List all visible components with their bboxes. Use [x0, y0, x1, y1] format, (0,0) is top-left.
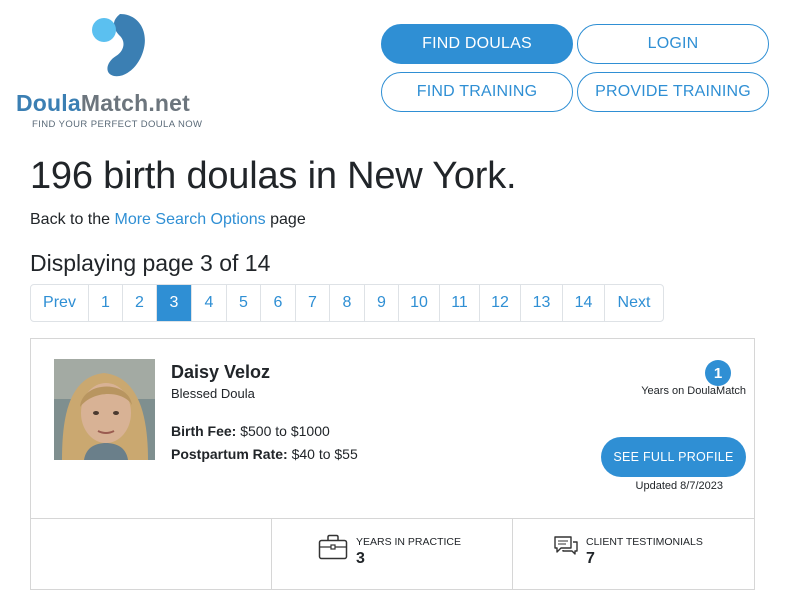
profile-stats: YEARS IN PRACTICE 3 CLIENT TESTIMONIALS …: [31, 518, 754, 590]
pagination-page[interactable]: 10: [399, 285, 440, 321]
chat-bubbles-icon: [554, 536, 578, 555]
pagination: Prev 1 2 3 4 5 6 7 8 9 10 11 12 13 14 Ne…: [30, 284, 664, 322]
pagination-page[interactable]: 7: [296, 285, 330, 321]
pagination-page[interactable]: 8: [330, 285, 365, 321]
years-on-site-label: Years on DoulaMatch: [641, 385, 746, 397]
pagination-next[interactable]: Next: [605, 285, 663, 321]
updated-date: Updated 8/7/2023: [635, 480, 723, 492]
years-on-site-badge: 1: [705, 360, 731, 386]
doula-subtitle: Blessed Doula: [171, 386, 255, 401]
postpartum-rate: Postpartum Rate: $40 to $55: [171, 446, 358, 462]
stat-years-in-practice: YEARS IN PRACTICE 3: [272, 519, 513, 590]
back-suffix: page: [265, 211, 306, 228]
briefcase-icon: [318, 534, 348, 560]
back-link-line: Back to the More Search Options page: [30, 211, 306, 229]
pagination-page[interactable]: 4: [192, 285, 227, 321]
postpartum-rate-label: Postpartum Rate:: [171, 446, 288, 462]
years-in-practice-label: YEARS IN PRACTICE: [356, 536, 462, 548]
stat-client-testimonials: CLIENT TESTIMONIALS 7: [513, 519, 754, 590]
page-indicator: Displaying page 3 of 14: [30, 250, 271, 276]
client-testimonials-label: CLIENT TESTIMONIALS: [586, 536, 703, 548]
back-prefix: Back to the: [30, 211, 115, 228]
login-button[interactable]: LOGIN: [577, 24, 769, 64]
profile-photo-icon: [54, 359, 155, 460]
avatar[interactable]: [54, 359, 155, 460]
see-full-profile-button[interactable]: SEE FULL PROFILE: [601, 437, 746, 477]
doula-profile-card: Daisy Veloz Blessed Doula Birth Fee: $50…: [30, 338, 755, 590]
pagination-page[interactable]: 14: [563, 285, 605, 321]
logo-tagline: FIND YOUR PERFECT DOULA NOW: [32, 119, 203, 130]
pagination-page[interactable]: 12: [480, 285, 521, 321]
pagination-prev[interactable]: Prev: [31, 285, 89, 321]
pagination-page[interactable]: 6: [261, 285, 296, 321]
stat-empty: [31, 519, 272, 590]
pagination-page-current[interactable]: 3: [157, 285, 192, 321]
pagination-page[interactable]: 11: [440, 285, 480, 321]
client-testimonials-value: 7: [586, 550, 595, 567]
find-doulas-button[interactable]: FIND DOULAS: [381, 24, 573, 64]
site-logo[interactable]: DoulaMatch.net FIND YOUR PERFECT DOULA N…: [16, 12, 226, 132]
pagination-page[interactable]: 5: [227, 285, 261, 321]
page-title: 196 birth doulas in New York.: [30, 155, 517, 197]
more-search-options-link[interactable]: More Search Options: [115, 211, 266, 228]
years-in-practice-value: 3: [356, 550, 365, 567]
droplet-logo-icon: [92, 14, 145, 77]
find-training-button[interactable]: FIND TRAINING: [381, 72, 573, 112]
birth-fee-value: $500 to $1000: [240, 423, 330, 439]
birth-fee: Birth Fee: $500 to $1000: [171, 423, 330, 439]
pagination-page[interactable]: 9: [365, 285, 399, 321]
doula-name[interactable]: Daisy Veloz: [171, 362, 270, 383]
birth-fee-label: Birth Fee:: [171, 423, 237, 439]
logo-wordmark: DoulaMatch.net: [16, 90, 191, 116]
provide-training-button[interactable]: PROVIDE TRAINING: [577, 72, 769, 112]
postpartum-rate-value: $40 to $55: [291, 446, 358, 462]
pagination-page[interactable]: 13: [521, 285, 563, 321]
pagination-page[interactable]: 1: [89, 285, 123, 321]
pagination-page[interactable]: 2: [123, 285, 157, 321]
